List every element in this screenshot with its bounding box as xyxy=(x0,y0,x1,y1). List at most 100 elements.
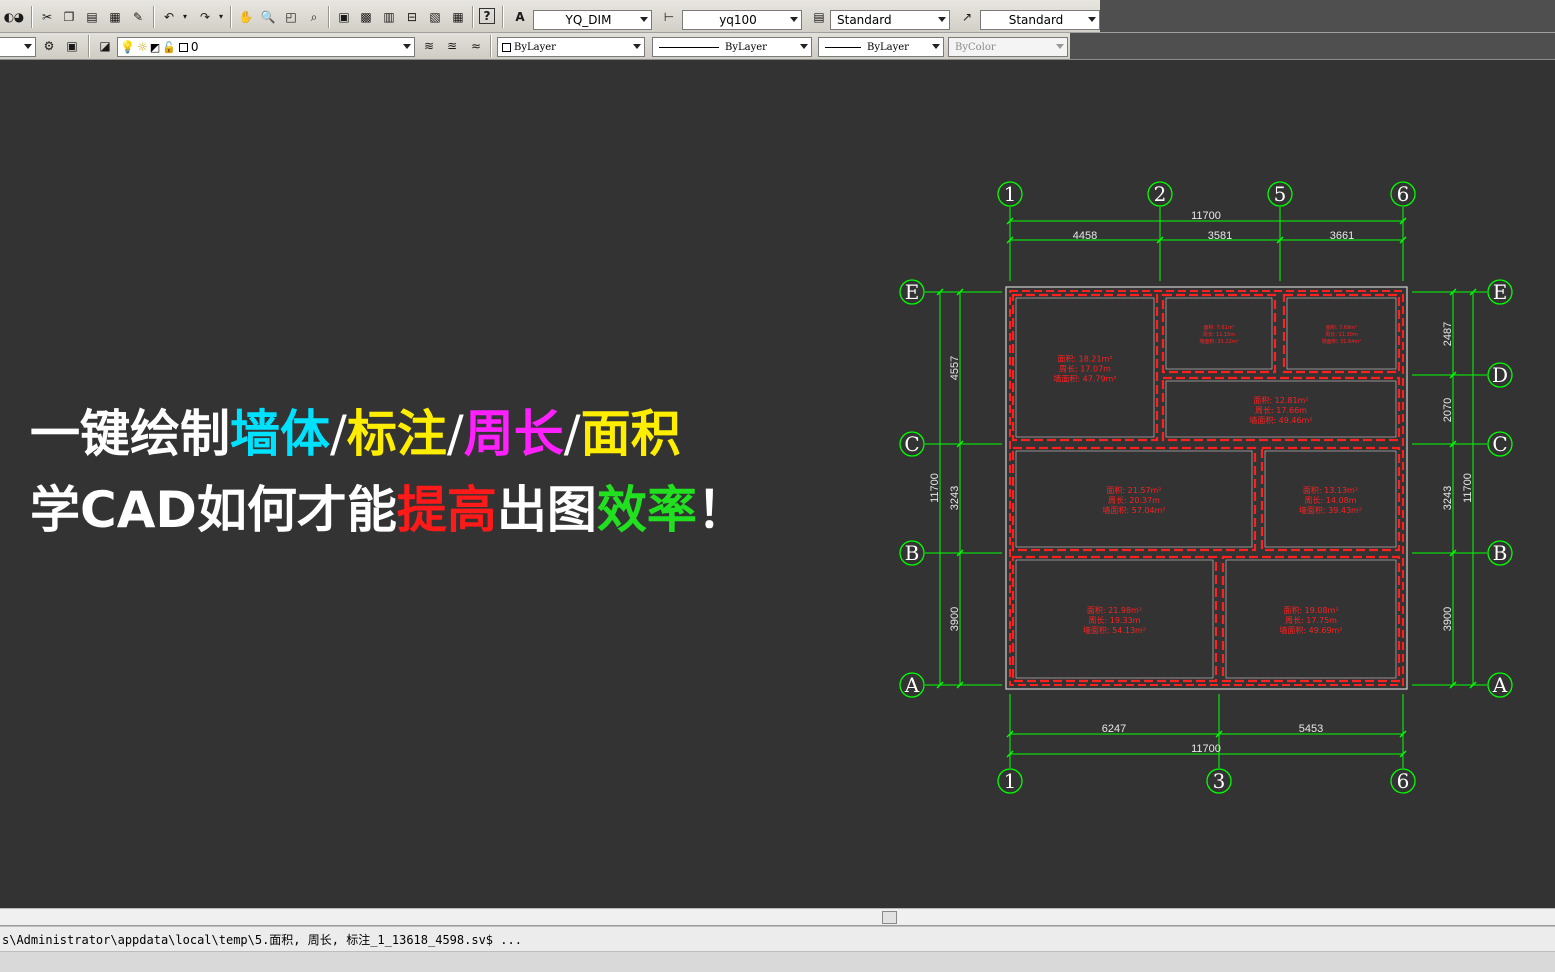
room-label: 墙面积: 57.04m² xyxy=(1102,505,1165,515)
room-label: 周长: 17.75m xyxy=(1285,615,1337,625)
help-icon[interactable]: ? xyxy=(479,8,495,24)
floor-plan-drawing[interactable]: 1 2 5 6 1 3 6 E C B A E D C B A 11700 4458 3581 3661 6247 545… xyxy=(880,170,1530,810)
room-label: 面积: 13.13m² xyxy=(1303,485,1358,495)
sheet-set-icon[interactable]: ⊟ xyxy=(403,8,421,26)
redo-dropdown-icon[interactable]: ▾ xyxy=(212,8,230,26)
horizontal-scrollbar[interactable] xyxy=(0,908,1555,926)
room-label: 周长: 17.07m xyxy=(1059,364,1111,374)
axis-label: E xyxy=(905,280,920,304)
paste-icon[interactable]: ▤ xyxy=(83,8,101,26)
calculator-icon[interactable]: ▦ xyxy=(449,8,467,26)
toolbar-empty-area xyxy=(1100,0,1555,32)
dimension-text: 3243 xyxy=(949,486,961,510)
layer-manager-icon[interactable]: ◪ xyxy=(96,37,114,55)
cut-icon[interactable]: ✂ xyxy=(38,8,56,26)
toolbar-separator xyxy=(31,6,33,28)
zoom-realtime-icon[interactable]: 🔍 xyxy=(259,8,277,26)
table-style-combo[interactable]: Standard xyxy=(830,10,950,30)
axis-label: 3 xyxy=(1213,769,1226,793)
caption-segment: 出图 xyxy=(496,481,597,539)
standard-toolbar: ◐ ◕ ✂ ❐ ▤ ▦ ✎ ↶ ▾ ↷ ▾ ✋ 🔍 ◰ ⌕ ▣ ▩ ▥ ⊟ ▧ … xyxy=(0,0,1555,33)
workspace-combo[interactable] xyxy=(0,37,36,57)
zoom-window-icon[interactable]: ◰ xyxy=(282,8,300,26)
multileader-style-icon[interactable]: ↗ xyxy=(958,8,976,26)
dimension-text: 11700 xyxy=(1462,473,1474,503)
dimension-text: 3900 xyxy=(949,607,961,631)
dimension-text: 11700 xyxy=(1191,210,1221,222)
dimension-style-combo[interactable]: yq100 xyxy=(682,10,802,30)
caption-segment: 提高 xyxy=(396,481,497,539)
color-combo[interactable]: ByLayer xyxy=(497,37,645,57)
bulb-icon: 💡 xyxy=(120,40,135,54)
room-label: 墙面积: 31.22m² xyxy=(1199,338,1238,345)
dimension-text: 2487 xyxy=(1442,322,1454,346)
toolbar-separator xyxy=(328,6,330,28)
markup-icon[interactable]: ▧ xyxy=(426,8,444,26)
room-label: 墙面积: 47.79m² xyxy=(1053,374,1116,384)
toolbar-separator xyxy=(153,6,155,28)
copy-base-icon[interactable]: ▦ xyxy=(106,8,124,26)
plot-style-combo: ByColor xyxy=(948,37,1068,57)
dimension-text: 6247 xyxy=(1102,723,1126,735)
chevron-down-icon xyxy=(24,44,32,49)
toolbar-separator xyxy=(230,6,232,28)
color-swatch xyxy=(502,42,511,52)
sun-icon: ☼ xyxy=(136,40,148,54)
caption-segment: 效率 xyxy=(596,481,697,539)
layer-previous-icon[interactable]: ≊ xyxy=(443,37,461,55)
cad-application: ◐ ◕ ✂ ❐ ▤ ▦ ✎ ↶ ▾ ↷ ▾ ✋ 🔍 ◰ ⌕ ▣ ▩ ▥ ⊟ ▧ … xyxy=(0,0,1555,972)
dimension-style-icon[interactable]: ⊢ xyxy=(660,8,678,26)
dimension-text: 3581 xyxy=(1208,230,1232,242)
room-label: 面积: 21.57m² xyxy=(1106,485,1161,495)
axis-label: E xyxy=(1493,280,1508,304)
command-line[interactable]: s\Administrator\appdata\local\temp\5.面积,… xyxy=(0,926,1555,972)
axis-label: 1 xyxy=(1004,182,1017,206)
zoom-previous-icon[interactable]: ⌕ xyxy=(305,8,323,26)
properties-icon[interactable]: ▣ xyxy=(335,8,353,26)
chevron-down-icon xyxy=(633,44,641,49)
text-style-icon[interactable]: A xyxy=(511,8,529,26)
lock-icon: 🔓 xyxy=(162,40,176,54)
axis-label: C xyxy=(1492,432,1507,456)
room-label: 周长: 17.66m xyxy=(1255,405,1307,415)
scrollbar-thumb[interactable] xyxy=(882,911,897,924)
chevron-down-icon xyxy=(790,17,798,22)
match-properties-icon[interactable]: ✎ xyxy=(129,8,147,26)
chevron-down-icon xyxy=(938,17,946,22)
caption-segment: 标注 xyxy=(346,405,447,463)
pan-icon[interactable]: ✋ xyxy=(237,8,255,26)
lineweight-combo[interactable]: ByLayer xyxy=(818,37,944,57)
copy-icon[interactable]: ❐ xyxy=(60,8,78,26)
axis-label: 6 xyxy=(1397,182,1410,206)
room-label: 墙面积: 54.13m² xyxy=(1083,625,1146,635)
gear-icon[interactable]: ⚙ xyxy=(40,37,58,55)
layer-states-icon[interactable]: ▣ xyxy=(63,37,81,55)
make-current-layer-icon[interactable]: ≋ xyxy=(420,37,438,55)
linetype-combo[interactable]: ByLayer xyxy=(652,37,812,57)
caption-segment: / xyxy=(563,405,581,463)
axis-label: 5 xyxy=(1274,182,1287,206)
layer-match-icon[interactable]: ≈ xyxy=(467,37,485,55)
multileader-style-combo[interactable]: Standard xyxy=(980,10,1100,30)
axis-label: D xyxy=(1492,363,1508,387)
toolbar-separator xyxy=(472,6,474,28)
dimension-text: 11700 xyxy=(929,473,941,503)
design-center-icon[interactable]: ▩ xyxy=(357,8,375,26)
room-label: 墙面积: 49.46m² xyxy=(1249,415,1312,425)
layer-combo[interactable]: 💡 ☼ ◩ 🔓 0 xyxy=(117,37,415,57)
globe-icon[interactable]: ◕ xyxy=(10,8,28,26)
undo-dropdown-icon[interactable]: ▾ xyxy=(176,8,194,26)
text-style-combo[interactable]: YQ_DIM xyxy=(533,10,652,30)
axis-label: 6 xyxy=(1397,769,1410,793)
toolbar-separator xyxy=(88,35,90,57)
command-input[interactable] xyxy=(0,951,1555,972)
room-label: 面积: 7.61m² xyxy=(1203,324,1234,331)
table-style-icon[interactable]: ▤ xyxy=(810,8,828,26)
room-label: 周长: 19.33m xyxy=(1089,615,1141,625)
dimension-text: 2070 xyxy=(1442,398,1454,422)
command-history-text: s\Administrator\appdata\local\temp\5.面积,… xyxy=(2,933,522,947)
axis-label: 1 xyxy=(1004,769,1017,793)
room-label: 面积: 7.69m² xyxy=(1326,324,1357,331)
tool-palettes-icon[interactable]: ▥ xyxy=(380,8,398,26)
room-label: 周长: 11.15m xyxy=(1203,331,1236,338)
